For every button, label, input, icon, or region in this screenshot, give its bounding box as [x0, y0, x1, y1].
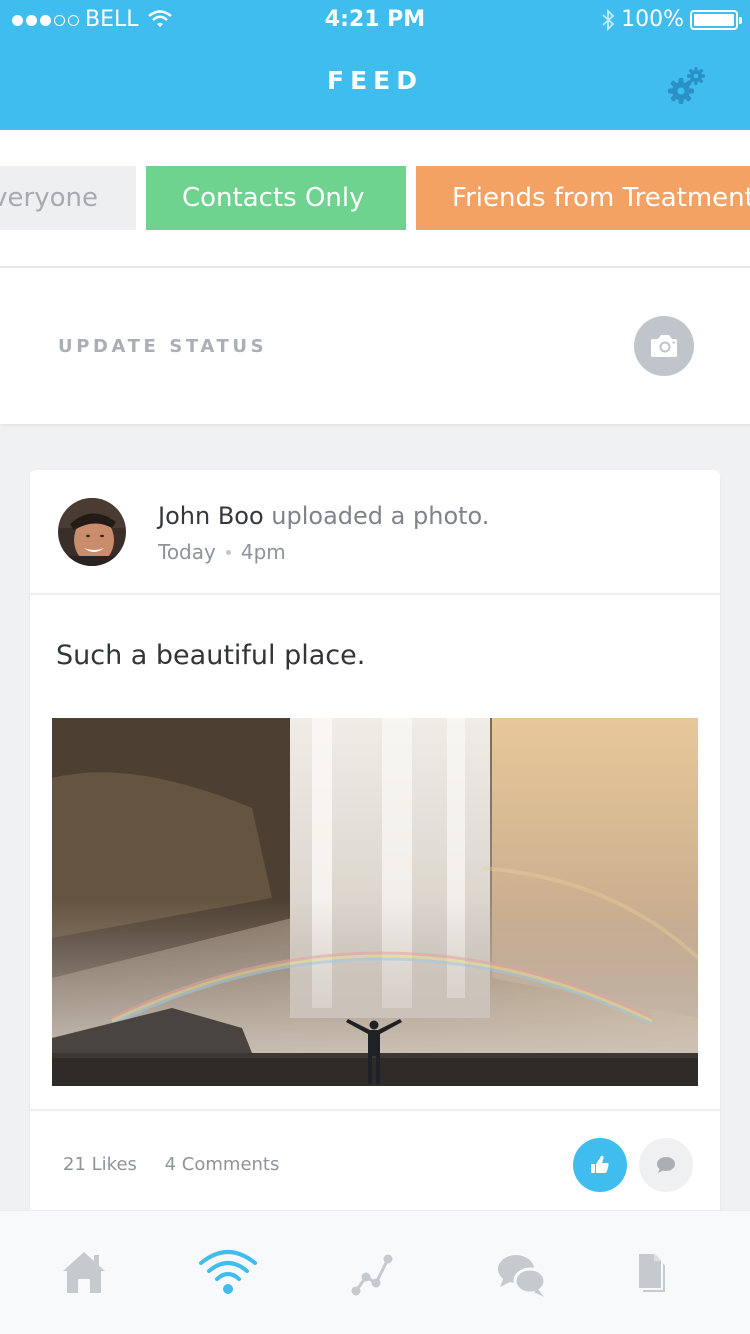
page-title: FEED	[327, 66, 423, 95]
comment-icon	[657, 1157, 675, 1173]
post-stats: 21 Likes 4 Comments	[63, 1154, 279, 1175]
update-status-panel[interactable]: UPDATE STATUS	[0, 268, 750, 424]
comment-button[interactable]	[639, 1138, 693, 1192]
post-day: Today	[158, 540, 216, 564]
user-avatar-photo	[58, 498, 126, 566]
meta-separator-dot	[225, 549, 231, 555]
audience-filter-bar: Everyone Contacts Only Friends from Trea…	[0, 130, 750, 266]
post-meta: Today 4pm	[158, 540, 286, 564]
bluetooth-icon	[602, 8, 615, 32]
post-action: uploaded a photo.	[271, 502, 490, 530]
progress-chart-icon	[351, 1254, 393, 1296]
home-icon	[63, 1252, 105, 1293]
documents-icon	[637, 1252, 667, 1294]
status-bar-right: 100%	[601, 0, 742, 40]
status-bar: BELL 4:21 PM 100%	[0, 0, 750, 40]
tab-documents[interactable]	[626, 1241, 686, 1301]
post-title: John Boo uploaded a photo.	[158, 502, 489, 530]
card-divider	[30, 593, 720, 595]
bottom-tab-bar	[0, 1210, 750, 1334]
avatar[interactable]	[58, 498, 126, 566]
chat-bubbles-icon	[498, 1255, 547, 1297]
post-author[interactable]: John Boo	[158, 502, 264, 530]
filter-chip-contacts-only[interactable]: Contacts Only	[146, 166, 406, 230]
card-divider	[30, 1109, 720, 1111]
camera-icon	[651, 335, 677, 357]
waterfall-rainbow-photo	[52, 718, 698, 1086]
post-time: 4pm	[240, 540, 286, 564]
filter-chip-friends-from-treatment[interactable]: Friends from Treatment	[416, 166, 750, 230]
app-header: BELL 4:21 PM 100% FEED	[0, 0, 750, 130]
post-text: Such a beautiful place.	[56, 640, 366, 671]
tab-progress[interactable]	[344, 1241, 404, 1301]
filter-chip-label: Everyone	[0, 183, 98, 213]
battery-percentage: 100%	[621, 7, 684, 32]
filter-chip-label: Contacts Only	[182, 183, 365, 213]
feed-post-card: John Boo uploaded a photo. Today 4pm Suc…	[30, 470, 720, 1250]
tab-messages[interactable]	[492, 1241, 552, 1301]
camera-button[interactable]	[634, 316, 694, 376]
battery-icon	[690, 10, 742, 30]
tab-feed[interactable]	[198, 1241, 258, 1301]
settings-button[interactable]	[664, 64, 710, 110]
post-photo[interactable]	[52, 718, 698, 1086]
thumbs-up-icon	[591, 1155, 609, 1173]
like-button[interactable]	[573, 1138, 627, 1192]
tab-home[interactable]	[54, 1241, 114, 1301]
filter-chip-label: Friends from Treatment	[452, 183, 750, 213]
gears-icon	[668, 67, 705, 104]
filter-chip-everyone[interactable]: Everyone	[0, 166, 136, 230]
feed-wifi-icon	[199, 1250, 257, 1294]
comments-count[interactable]: 4 Comments	[165, 1154, 280, 1175]
likes-count[interactable]: 21 Likes	[63, 1154, 137, 1175]
update-status-label: UPDATE STATUS	[58, 336, 268, 357]
